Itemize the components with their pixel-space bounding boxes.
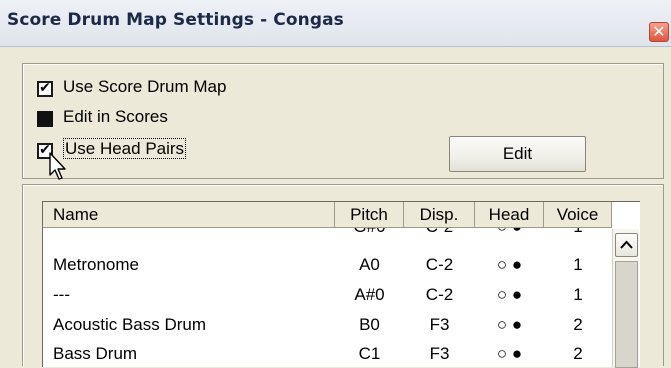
- window-title: Score Drum Map Settings - Congas: [7, 10, 344, 30]
- cell-head: ○ ●: [496, 344, 523, 363]
- use-score-drum-map-checkbox[interactable]: ✔: [37, 80, 53, 97]
- cell-pitch: C1: [358, 344, 381, 363]
- cell-name: Metronome: [53, 255, 139, 274]
- edit-button[interactable]: Edit: [449, 136, 586, 172]
- column-header-voice[interactable]: Voice: [544, 202, 612, 228]
- use-score-drum-map-label: Use Score Drum Map: [63, 77, 227, 96]
- drum-map-list[interactable]: Name Pitch Disp. Head Voice --- G#0 C-2 …: [42, 201, 640, 368]
- cell-pitch: B0: [359, 315, 380, 334]
- scrollbar-thumb[interactable]: [615, 261, 638, 368]
- checkmark-icon: ✔: [39, 80, 51, 96]
- cell-head: ○ ●: [496, 255, 523, 274]
- column-header-head[interactable]: Head: [475, 202, 544, 228]
- title-bar: Score Drum Map Settings - Congas ✕: [0, 0, 671, 47]
- cell-disp: C-2: [425, 285, 454, 304]
- cell-name: Acoustic Bass Drum: [53, 315, 207, 334]
- edit-in-scores-label: Edit in Scores: [63, 107, 168, 126]
- cell-disp: F3: [429, 344, 450, 363]
- column-header-disp[interactable]: Disp.: [404, 202, 475, 228]
- cell-disp: F3: [429, 315, 450, 334]
- cell-head: ○ ●: [496, 315, 523, 334]
- chevron-up-icon: [620, 240, 633, 249]
- column-header-pitch[interactable]: Pitch: [335, 202, 404, 228]
- column-header-name[interactable]: Name: [43, 202, 335, 228]
- cell-disp: C-2: [425, 255, 454, 274]
- cell-pitch: G#0: [335, 228, 404, 237]
- close-icon: ✕: [652, 22, 666, 41]
- edit-in-scores-checkbox[interactable]: [37, 111, 53, 127]
- mouse-pointer-icon: [49, 152, 66, 180]
- cell-pitch: A#0: [354, 285, 385, 304]
- cell-voice: 2: [573, 315, 583, 334]
- cell-disp: C-2: [404, 228, 475, 237]
- cell-voice: 1: [544, 228, 612, 237]
- cell-head: ○ ●: [475, 228, 544, 237]
- table-row-partial[interactable]: --- G#0 C-2 ○ ● 1: [43, 228, 612, 240]
- cell-pitch: A0: [359, 255, 380, 274]
- cell-head: ○ ●: [496, 285, 523, 304]
- use-head-pairs-label: Use Head Pairs: [63, 138, 187, 159]
- cell-voice: 2: [573, 344, 583, 363]
- cell-name: ---: [53, 285, 70, 304]
- cell-name: ---: [53, 228, 70, 237]
- close-button[interactable]: ✕: [649, 22, 669, 42]
- focus-outline: Use Head Pairs: [63, 138, 187, 159]
- cell-voice: 1: [573, 255, 583, 274]
- scroll-up-button[interactable]: [615, 233, 638, 257]
- cell-voice: 1: [573, 285, 583, 304]
- cell-name: Bass Drum: [53, 344, 138, 363]
